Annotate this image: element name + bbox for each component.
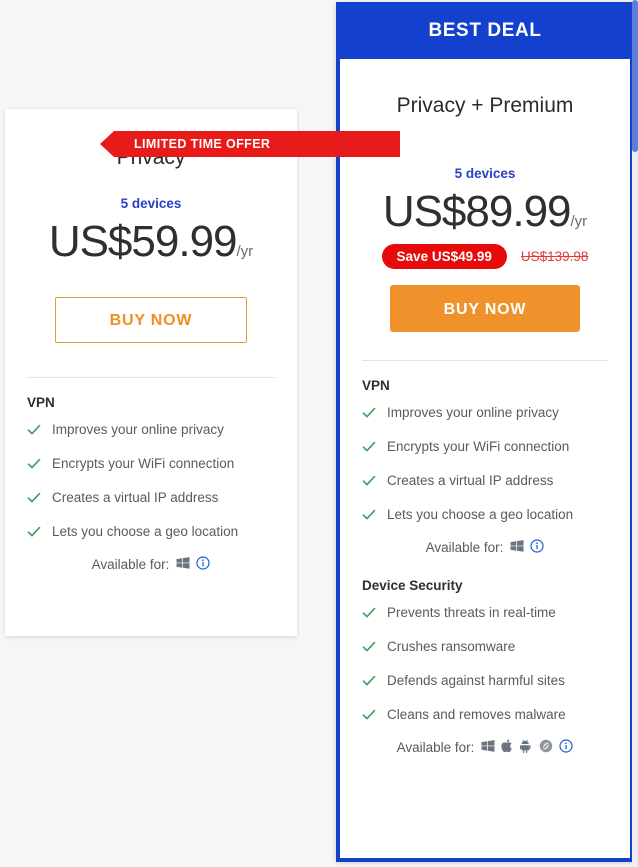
mac-swirl-icon xyxy=(539,739,553,756)
buy-now-button[interactable]: BUY NOW xyxy=(55,297,247,343)
apple-icon xyxy=(501,739,514,756)
windows-icon xyxy=(176,556,190,573)
device-count: 5 devices xyxy=(120,196,182,211)
check-icon xyxy=(362,406,376,423)
feature-text: Lets you choose a geo location xyxy=(387,507,574,522)
platform-icon-group xyxy=(510,539,544,556)
section-divider xyxy=(27,377,275,378)
feature-text: Lets you choose a geo location xyxy=(52,524,239,539)
section-heading-vpn: VPN xyxy=(27,395,55,410)
price-row: US$89.99/yr xyxy=(362,187,608,237)
available-platforms-vpn: Available for: xyxy=(362,539,608,556)
check-icon xyxy=(362,508,376,525)
info-icon[interactable] xyxy=(559,739,573,756)
buy-now-button[interactable]: BUY NOW xyxy=(390,285,580,332)
check-icon xyxy=(27,457,41,474)
check-icon xyxy=(362,474,376,491)
check-icon xyxy=(362,708,376,725)
feature-text: Improves your online privacy xyxy=(52,422,224,437)
price-amount: US$89.99 xyxy=(382,187,572,236)
check-icon xyxy=(362,674,376,691)
plan-title: Privacy xyxy=(116,146,186,169)
check-icon xyxy=(27,491,41,508)
check-icon xyxy=(362,440,376,457)
scrollbar-track[interactable] xyxy=(632,0,638,867)
feature-text: Encrypts your WiFi connection xyxy=(52,456,235,471)
device-count: 5 devices xyxy=(454,166,516,181)
list-item: Defends against harmful sites xyxy=(362,673,608,691)
list-item: Encrypts your WiFi connection xyxy=(27,456,275,474)
feature-text: Cleans and removes malware xyxy=(387,707,566,722)
list-item: Lets you choose a geo location xyxy=(27,524,275,542)
platform-icon-group xyxy=(176,556,210,573)
info-icon[interactable] xyxy=(530,539,544,556)
check-icon xyxy=(27,525,41,542)
windows-icon xyxy=(510,539,524,556)
available-label: Available for: xyxy=(91,557,170,572)
platform-icon-group xyxy=(481,739,573,756)
feature-text: Improves your online privacy xyxy=(387,405,559,420)
price-amount: US$59.99 xyxy=(48,217,238,266)
section-heading-device-security: Device Security xyxy=(362,578,463,593)
price-period: /yr xyxy=(236,243,254,260)
scrollbar-thumb[interactable] xyxy=(632,0,638,152)
list-item: Crushes ransomware xyxy=(362,639,608,657)
available-label: Available for: xyxy=(425,540,504,555)
feature-text: Defends against harmful sites xyxy=(387,673,565,688)
windows-icon xyxy=(481,739,495,756)
list-item: Cleans and removes malware xyxy=(362,707,608,725)
feature-text: Encrypts your WiFi connection xyxy=(387,439,570,454)
price-row: US$59.99/yr xyxy=(27,217,275,267)
available-platforms-device-security: Available for: xyxy=(362,739,608,756)
best-deal-banner: BEST DEAL xyxy=(336,2,634,59)
price-period: /yr xyxy=(570,213,588,230)
list-item: Improves your online privacy xyxy=(362,405,608,423)
savings-row: Save US$49.99 US$139.98 xyxy=(362,244,608,269)
original-price: US$139.98 xyxy=(520,249,589,264)
pricing-card-privacy[interactable]: Privacy 5 devices US$59.99/yr BUY NOW VP… xyxy=(5,109,297,636)
list-item: Encrypts your WiFi connection xyxy=(362,439,608,457)
check-icon xyxy=(362,640,376,657)
section-heading-vpn: VPN xyxy=(362,378,390,393)
check-icon xyxy=(362,606,376,623)
feature-list-device-security: Prevents threats in real-time Crushes ra… xyxy=(362,605,608,725)
available-label: Available for: xyxy=(396,740,475,755)
feature-text: Prevents threats in real-time xyxy=(387,605,556,620)
android-icon xyxy=(520,739,533,756)
pricing-card-privacy-premium[interactable]: BEST DEAL Privacy + Premium 5 devices US… xyxy=(336,2,634,862)
feature-list-vpn: Improves your online privacy Encrypts yo… xyxy=(362,405,608,525)
list-item: Creates a virtual IP address xyxy=(27,490,275,508)
list-item: Improves your online privacy xyxy=(27,422,275,440)
list-item: Prevents threats in real-time xyxy=(362,605,608,623)
feature-text: Creates a virtual IP address xyxy=(52,490,219,505)
available-platforms-vpn: Available for: xyxy=(27,556,275,573)
list-item: Lets you choose a geo location xyxy=(362,507,608,525)
section-divider xyxy=(362,360,608,361)
check-icon xyxy=(27,423,41,440)
feature-text: Crushes ransomware xyxy=(387,639,516,654)
list-item: Creates a virtual IP address xyxy=(362,473,608,491)
plan-title: Privacy + Premium xyxy=(396,94,574,117)
info-icon[interactable] xyxy=(196,556,210,573)
feature-list-vpn: Improves your online privacy Encrypts yo… xyxy=(27,422,275,542)
feature-text: Creates a virtual IP address xyxy=(387,473,554,488)
save-badge: Save US$49.99 xyxy=(381,244,507,269)
